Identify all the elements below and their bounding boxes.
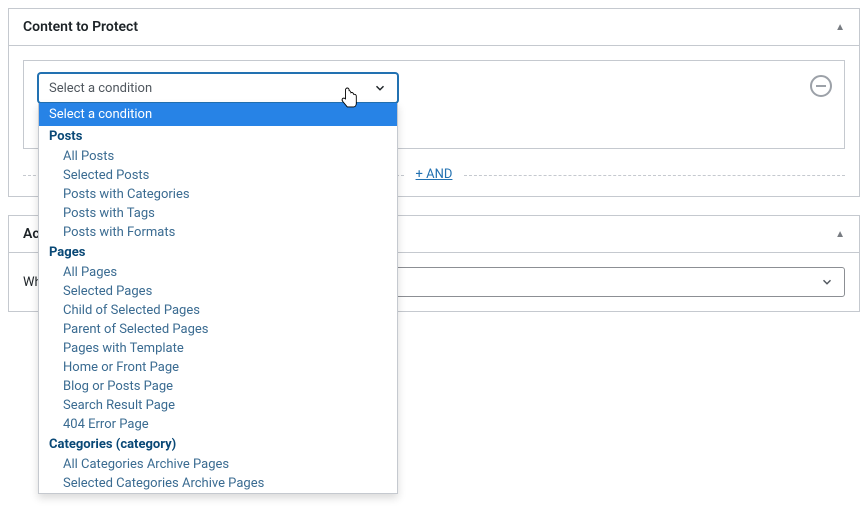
dropdown-option[interactable]: Pages with Template xyxy=(39,339,397,358)
add-and-link[interactable]: + AND xyxy=(410,167,459,182)
rule-row: Select a condition Select a conditionPos… xyxy=(38,73,830,103)
dropdown-placeholder-option[interactable]: Select a condition xyxy=(39,103,397,126)
panel-collapse-icon: ▲ xyxy=(835,229,845,240)
content-to-protect-header[interactable]: Content to Protect ▲ xyxy=(9,9,859,45)
dropdown-option[interactable]: Blog or Posts Page xyxy=(39,377,397,396)
content-to-protect-panel: Content to Protect ▲ Select a condition … xyxy=(8,8,860,197)
condition-select-wrap: Select a condition Select a conditionPos… xyxy=(38,73,398,103)
access-panel-title: Acc xyxy=(23,226,38,242)
dropdown-option[interactable]: Selected Categories Archive Pages xyxy=(39,474,397,493)
chevron-down-icon xyxy=(367,74,393,102)
panel-title: Content to Protect xyxy=(23,19,138,35)
rule-group: Select a condition Select a conditionPos… xyxy=(23,60,845,149)
dropdown-option[interactable]: All Pages xyxy=(39,263,397,282)
dropdown-option[interactable]: 404 Error Page xyxy=(39,415,397,434)
dropdown-option[interactable]: Home or Front Page xyxy=(39,358,397,377)
content-to-protect-body: Select a condition Select a conditionPos… xyxy=(9,45,859,196)
dropdown-option[interactable]: Child of Selected Pages xyxy=(39,301,397,320)
dropdown-option[interactable]: Search Result Page xyxy=(39,396,397,415)
dropdown-option[interactable]: Selected Pages xyxy=(39,282,397,301)
condition-select[interactable]: Select a condition xyxy=(38,73,398,103)
dropdown-group-label: Posts xyxy=(39,126,397,147)
dropdown-option[interactable]: Posts with Categories xyxy=(39,185,397,204)
minus-icon xyxy=(816,85,826,87)
dropdown-option[interactable]: All Categories Archive Pages xyxy=(39,455,397,474)
remove-rule-button[interactable] xyxy=(810,75,832,97)
dropdown-option[interactable]: Posts with Formats xyxy=(39,223,397,242)
dropdown-option[interactable]: Selected Posts xyxy=(39,166,397,185)
dropdown-option[interactable]: Posts with Tags xyxy=(39,204,397,223)
dropdown-group-label: Categories (category) xyxy=(39,434,397,455)
who-label: Wh xyxy=(23,275,38,290)
dropdown-group-label: Pages xyxy=(39,242,397,263)
dropdown-option[interactable]: Parent of Selected Pages xyxy=(39,320,397,339)
condition-select-value: Select a condition xyxy=(49,81,152,96)
dropdown-option[interactable]: All Posts xyxy=(39,147,397,166)
condition-dropdown[interactable]: Select a conditionPostsAll PostsSelected… xyxy=(38,103,398,494)
chevron-down-icon xyxy=(814,268,840,296)
panel-collapse-icon: ▲ xyxy=(835,22,845,33)
